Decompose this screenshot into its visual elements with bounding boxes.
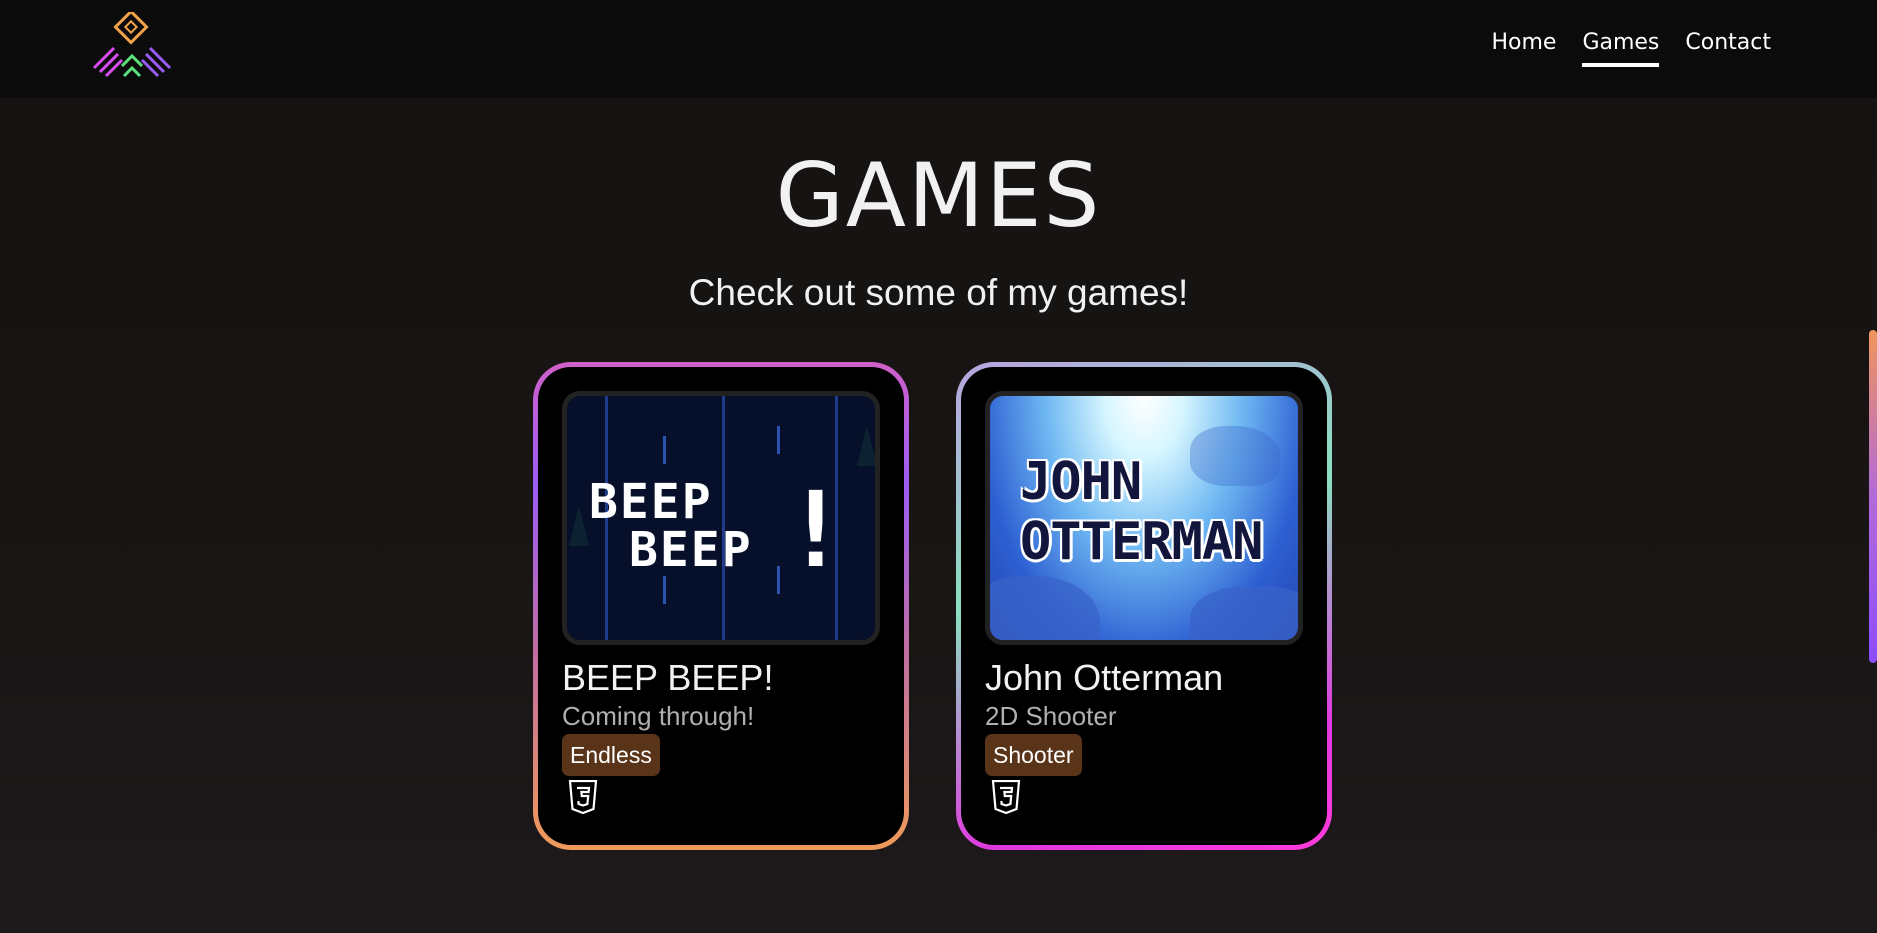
nav-games[interactable]: Games xyxy=(1582,30,1660,67)
game-card-john-otterman[interactable]: JOHN OTTERMAN John Otterman 2D Shooter S… xyxy=(956,362,1332,850)
lane-dash xyxy=(777,566,780,594)
thumbnail-bang: ! xyxy=(784,469,847,591)
html5-icon xyxy=(568,780,598,814)
lane-dash xyxy=(777,426,780,454)
game-title[interactable]: John Otterman xyxy=(985,660,1223,696)
rock-shape xyxy=(990,576,1100,640)
thumbnail-title: JOHN OTTERMAN xyxy=(1020,452,1263,572)
navbar: Home Games Contact xyxy=(0,0,1877,98)
lane-dash xyxy=(663,576,666,604)
scrollbar-thumb[interactable] xyxy=(1869,330,1877,663)
game-thumbnail[interactable]: BEEP BEEP ! xyxy=(562,391,880,645)
card-body: JOHN OTTERMAN John Otterman 2D Shooter S… xyxy=(961,367,1327,845)
game-subtitle: Coming through! xyxy=(562,701,755,731)
rock-shape xyxy=(1190,586,1298,640)
game-thumbnail[interactable]: JOHN OTTERMAN xyxy=(985,391,1303,645)
game-title[interactable]: BEEP BEEP! xyxy=(562,660,773,696)
lane-dash xyxy=(663,436,666,464)
nav-contact[interactable]: Contact xyxy=(1685,30,1771,67)
logo[interactable] xyxy=(90,12,174,80)
tree-icon xyxy=(569,506,589,546)
page-title: GAMES xyxy=(775,144,1102,247)
nav-home[interactable]: Home xyxy=(1491,30,1556,67)
thumbnail-title: BEEP BEEP xyxy=(589,474,753,578)
genre-tag: Shooter xyxy=(985,734,1082,776)
page-subtitle: Check out some of my games! xyxy=(688,272,1189,313)
genre-tag: Endless xyxy=(562,734,660,776)
game-subtitle: 2D Shooter xyxy=(985,701,1117,731)
card-body: BEEP BEEP ! BEEP BEEP! Coming through! E… xyxy=(538,367,904,845)
html5-icon xyxy=(991,780,1021,814)
game-card-beep-beep[interactable]: BEEP BEEP ! BEEP BEEP! Coming through! E… xyxy=(533,362,909,850)
tree-icon xyxy=(857,426,875,466)
